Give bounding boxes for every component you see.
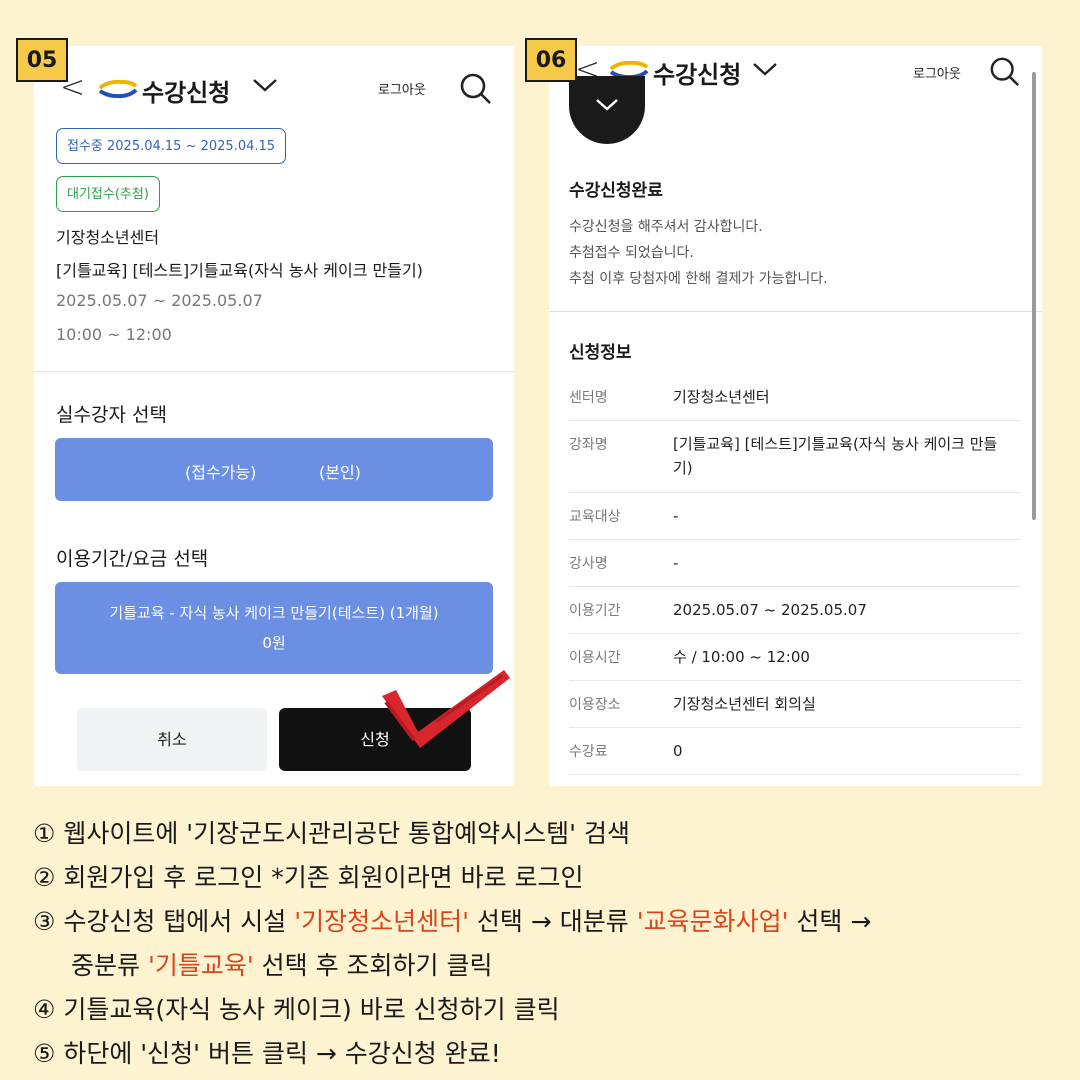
info-row: 강사명 -	[569, 539, 1021, 587]
highlight-category: '교육문화사업'	[636, 907, 789, 936]
instruction-list: ① 웹사이트에 '기장군도시관리공단 통합예약시스템' 검색 ② 회원가입 후 …	[33, 812, 1053, 1076]
instruction-text: ③ 수강신청 탭에서 시설	[33, 907, 295, 936]
info-value: -	[673, 554, 679, 572]
info-value: 기장청소년센터 회의실	[673, 695, 816, 713]
search-icon[interactable]	[459, 72, 493, 106]
instruction-text: 중분류	[71, 951, 148, 980]
logout-link[interactable]: 로그아웃	[913, 63, 961, 82]
scrollbar[interactable]	[1032, 72, 1036, 520]
fee-section-title: 이용기간/요금 선택	[56, 548, 209, 570]
lottery-badge: 대기접수(추첨)	[56, 176, 160, 212]
learner-who: (본인)	[319, 463, 361, 482]
complete-message-3: 추첨 이후 당첨자에 한해 결제가 가능합니다.	[569, 271, 828, 287]
checkmark-icon	[382, 670, 510, 748]
course-period: 2025.05.07 ~ 2025.05.07	[56, 291, 263, 310]
chevron-down-icon[interactable]	[252, 74, 278, 98]
complete-title: 수강신청완료	[569, 181, 663, 201]
instruction-text: 선택 → 대분류	[468, 907, 637, 936]
instruction-step-1: ① 웹사이트에 '기장군도시관리공단 통합예약시스템' 검색	[33, 819, 630, 848]
info-value: 0	[673, 742, 683, 760]
info-row: 이용기간 2025.05.07 ~ 2025.05.07	[569, 586, 1021, 634]
info-label: 교육대상	[569, 509, 621, 525]
info-value: 기장청소년센터	[673, 388, 770, 406]
page-title: 수강신청	[142, 79, 231, 107]
info-label: 강사명	[569, 556, 608, 572]
success-circle-icon	[569, 76, 645, 144]
course-time: 10:00 ~ 12:00	[56, 325, 172, 344]
info-row: 센터명 기장청소년센터	[569, 373, 1021, 421]
fee-option-price: 0원	[262, 634, 286, 652]
learner-section-title: 실수강자 선택	[56, 404, 167, 426]
chevron-down-icon[interactable]	[752, 58, 778, 82]
fee-option-name: 기틀교육 - 자식 농사 케이크 만들기(테스트) (1개월)	[109, 604, 439, 622]
screenshot-apply-complete: < 수강신청 로그아웃 수강신청완료 수강신청을 해주셔서 감사합니다. 추첨접…	[549, 46, 1042, 786]
app-header: < 수강신청 로그아웃	[34, 46, 514, 132]
logout-link[interactable]: 로그아웃	[378, 79, 426, 98]
complete-message-2: 추첨접수 되었습니다.	[569, 245, 694, 261]
info-row: 이용시간 수 / 10:00 ~ 12:00	[569, 633, 1021, 681]
course-name: [기틀교육] [테스트]기틀교육(자식 농사 케이크 만들기)	[56, 261, 423, 280]
info-row: 강좌명 [기틀교육] [테스트]기틀교육(자식 농사 케이크 만들기)	[569, 420, 1021, 493]
instruction-step-3-cont: 중분류 '기틀교육' 선택 후 조회하기 클릭	[33, 944, 1053, 988]
info-label: 이용장소	[569, 697, 621, 713]
highlight-subcategory: '기틀교육'	[147, 951, 254, 980]
learner-status: (접수가능)	[185, 463, 257, 482]
step-badge-05: 05	[16, 38, 68, 82]
cancel-button[interactable]: 취소	[77, 708, 267, 771]
info-label: 수강료	[569, 744, 608, 760]
fee-option[interactable]: 기틀교육 - 자식 농사 케이크 만들기(테스트) (1개월) 0원	[55, 582, 493, 674]
info-row: 수강료 0	[569, 727, 1021, 775]
page-title: 수강신청	[653, 61, 742, 89]
search-icon[interactable]	[989, 56, 1021, 88]
highlight-facility: '기장청소년센터'	[294, 907, 469, 936]
info-label: 이용시간	[569, 650, 621, 666]
instruction-step-4: ④ 기틀교육(자식 농사 케이크) 바로 신청하기 클릭	[33, 995, 560, 1024]
divider	[549, 311, 1042, 312]
info-label: 강좌명	[569, 437, 608, 453]
instruction-step-2: ② 회원가입 후 로그인 *기존 회원이라면 바로 로그인	[33, 863, 584, 892]
info-label: 이용기간	[569, 603, 621, 619]
info-value: -	[673, 507, 679, 525]
instruction-text: 선택 후 조회하기 클릭	[253, 951, 493, 980]
instruction-step-3: ③ 수강신청 탭에서 시설 '기장청소년센터' 선택 → 대분류 '교육문화사업…	[33, 900, 1053, 944]
info-label: 센터명	[569, 390, 608, 406]
divider	[34, 371, 514, 372]
instruction-text: 선택 →	[788, 907, 872, 936]
center-name: 기장청소년센터	[56, 228, 160, 247]
complete-message-1: 수강신청을 해주셔서 감사합니다.	[569, 219, 763, 235]
info-row: 교육대상 -	[569, 492, 1021, 540]
learner-option[interactable]: (접수가능) (본인)	[55, 438, 493, 501]
info-value: 2025.05.07 ~ 2025.05.07	[673, 601, 867, 619]
info-value: [기틀교육] [테스트]기틀교육(자식 농사 케이크 만들기)	[673, 435, 998, 477]
instruction-step-5: ⑤ 하단에 '신청' 버튼 클릭 → 수강신청 완료!	[33, 1039, 501, 1068]
info-title: 신청정보	[569, 343, 632, 363]
logo-icon	[98, 80, 138, 98]
status-badge: 접수중 2025.04.15 ~ 2025.04.15	[56, 128, 287, 164]
info-row: 이용장소 기장청소년센터 회의실	[569, 680, 1021, 728]
info-value: 수 / 10:00 ~ 12:00	[673, 648, 810, 666]
step-badge-06: 06	[525, 38, 577, 82]
